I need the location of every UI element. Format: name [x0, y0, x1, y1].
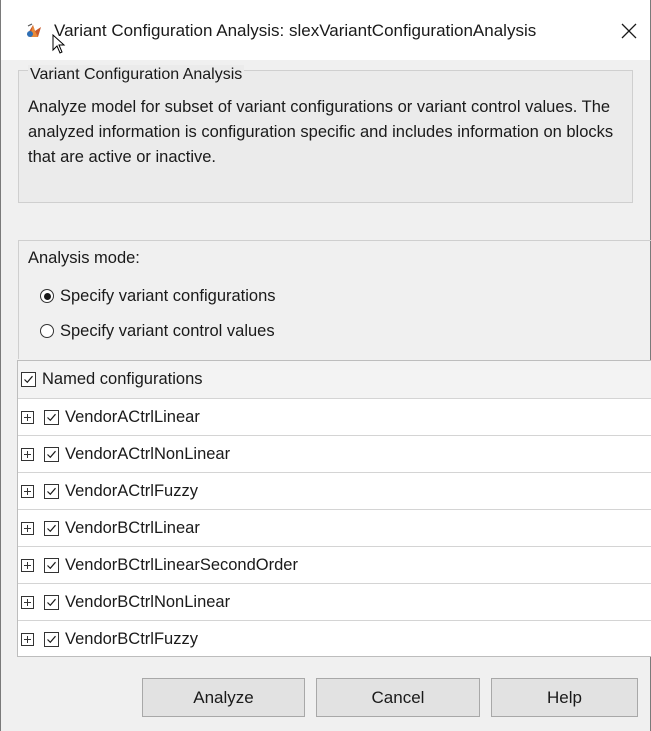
list-item[interactable]: VendorBCtrlLinearSecondOrder — [18, 547, 651, 584]
description-group-title: Variant Configuration Analysis — [28, 65, 245, 85]
list-item[interactable]: VendorACtrlFuzzy — [18, 473, 651, 510]
matlab-variant-icon — [24, 21, 44, 41]
mouse-cursor-icon — [52, 33, 66, 59]
expand-icon[interactable] — [21, 484, 34, 498]
checkbox-named-configurations[interactable] — [21, 372, 36, 387]
item-checkbox[interactable] — [44, 409, 59, 425]
expand-icon[interactable] — [21, 410, 34, 424]
item-label: VendorACtrlLinear — [65, 407, 200, 426]
description-text: Analyze model for subset of variant conf… — [28, 98, 614, 166]
list-item[interactable]: VendorACtrlNonLinear — [18, 436, 651, 473]
close-button[interactable] — [612, 14, 646, 48]
cancel-button[interactable]: Cancel — [316, 678, 480, 717]
radio-specify-variant-control-values[interactable]: Specify variant control values — [40, 320, 275, 342]
expand-icon[interactable] — [21, 595, 34, 609]
item-label: VendorBCtrlLinear — [65, 518, 200, 537]
expand-icon[interactable] — [21, 632, 34, 646]
item-checkbox[interactable] — [44, 446, 59, 462]
list-item[interactable]: VendorBCtrlFuzzy — [18, 621, 651, 656]
item-label: VendorBCtrlLinearSecondOrder — [65, 555, 298, 574]
checkmark-icon — [47, 524, 56, 532]
checkmark-icon — [47, 487, 56, 495]
expand-icon[interactable] — [21, 558, 34, 572]
radio-label: Specify variant configurations — [60, 287, 276, 305]
list-item[interactable]: VendorACtrlLinear — [18, 399, 651, 436]
window-border-left — [0, 0, 1, 731]
radio-button-unselected[interactable] — [40, 324, 54, 338]
item-checkbox[interactable] — [44, 594, 59, 610]
checkmark-icon — [47, 450, 56, 458]
close-icon — [621, 23, 637, 39]
item-label: VendorACtrlFuzzy — [65, 481, 198, 500]
analysis-mode-label: Analysis mode: — [28, 249, 140, 267]
expand-icon[interactable] — [21, 447, 34, 461]
list-item[interactable]: VendorBCtrlNonLinear — [18, 584, 651, 621]
checkmark-icon — [47, 598, 56, 606]
item-checkbox[interactable] — [44, 557, 59, 573]
list-header: Named configurations — [18, 361, 651, 399]
item-label: VendorBCtrlFuzzy — [65, 629, 198, 648]
checkmark-icon — [47, 413, 56, 421]
list-item[interactable]: VendorBCtrlLinear — [18, 510, 651, 547]
checkmark-icon — [47, 635, 56, 643]
item-checkbox[interactable] — [44, 483, 59, 499]
list-header-label: Named configurations — [42, 370, 203, 388]
window-title: Variant Configuration Analysis: slexVari… — [54, 21, 537, 40]
radio-label: Specify variant control values — [60, 322, 275, 340]
checkmark-icon — [24, 375, 33, 384]
analyze-button[interactable]: Analyze — [142, 678, 305, 717]
configurations-list[interactable]: Named configurations VendorACtrlLinear V… — [17, 360, 651, 657]
expand-icon[interactable] — [21, 521, 34, 535]
item-label: VendorBCtrlNonLinear — [65, 592, 231, 611]
item-checkbox[interactable] — [44, 631, 59, 647]
item-label: VendorACtrlNonLinear — [65, 444, 231, 463]
help-button[interactable]: Help — [491, 678, 638, 717]
checkmark-icon — [47, 561, 56, 569]
radio-specify-variant-configurations[interactable]: Specify variant configurations — [40, 285, 276, 307]
item-checkbox[interactable] — [44, 520, 59, 536]
radio-button-selected[interactable] — [40, 289, 54, 303]
